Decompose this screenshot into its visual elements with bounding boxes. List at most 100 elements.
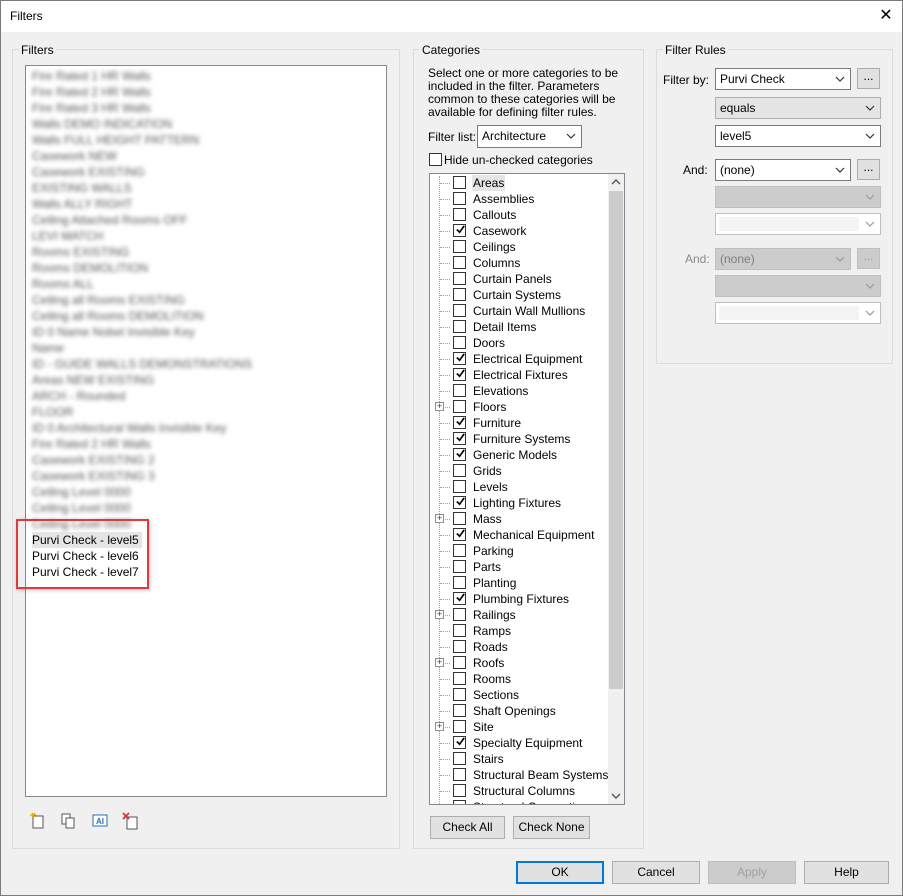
category-row[interactable]: + Railings (430, 607, 610, 623)
category-checkbox[interactable] (453, 672, 466, 685)
ok-button[interactable]: OK (516, 861, 604, 884)
category-checkbox[interactable] (453, 592, 466, 605)
filter-item-blurred[interactable]: Fire Rated 2 HR Walls (32, 84, 151, 100)
filter-by-more-button[interactable]: ... (857, 68, 880, 89)
filter-item-blurred[interactable]: Walls FULL HEIGHT PATTERN (32, 132, 199, 148)
filter-item-blurred[interactable]: Rooms DEMOLITION (32, 260, 148, 276)
filter-list-select[interactable]: Architecture (477, 125, 582, 148)
category-checkbox[interactable] (453, 464, 466, 477)
and-1-value-select[interactable] (715, 213, 881, 235)
category-row[interactable]: Mechanical Equipment (430, 527, 610, 543)
category-row[interactable]: Grids (430, 463, 610, 479)
expand-plus-icon[interactable]: + (435, 610, 444, 619)
filter-item-blurred[interactable]: Ceiling all Rooms EXISTING (32, 292, 185, 308)
category-row[interactable]: Ceilings (430, 239, 610, 255)
filter-item-blurred[interactable]: Casework EXISTING 2 (32, 452, 155, 468)
category-row[interactable]: Furniture (430, 415, 610, 431)
category-checkbox[interactable] (453, 752, 466, 765)
category-checkbox[interactable] (453, 192, 466, 205)
category-row[interactable]: Curtain Systems (430, 287, 610, 303)
category-checkbox[interactable] (453, 416, 466, 429)
filter-item-blurred[interactable]: Areas NEW EXISTING (32, 372, 154, 388)
category-checkbox[interactable] (453, 400, 466, 413)
category-checkbox[interactable] (453, 288, 466, 301)
category-checkbox[interactable] (453, 528, 466, 541)
scrollbar-thumb[interactable] (609, 191, 623, 689)
category-checkbox[interactable] (453, 336, 466, 349)
category-checkbox[interactable] (453, 304, 466, 317)
filter-item-blurred[interactable]: Casework NEW (32, 148, 117, 164)
filter-item-blurred[interactable]: Fire Rated 3 HR Walls (32, 100, 151, 116)
category-row[interactable]: Callouts (430, 207, 610, 223)
categories-scrollbar[interactable] (608, 174, 624, 804)
filter-item-blurred[interactable]: Walls DEMO INDICATION (32, 116, 172, 132)
category-row[interactable]: Elevations (430, 383, 610, 399)
filter-item-blurred[interactable]: FLOOR (32, 404, 73, 420)
category-checkbox[interactable] (453, 256, 466, 269)
category-row[interactable]: Planting (430, 575, 610, 591)
scroll-up-icon[interactable] (611, 177, 621, 187)
category-checkbox[interactable] (453, 432, 466, 445)
expand-plus-icon[interactable]: + (435, 514, 444, 523)
category-row[interactable]: Structural Connections (430, 799, 610, 804)
category-checkbox[interactable] (453, 448, 466, 461)
delete-filter-icon[interactable] (122, 812, 140, 830)
category-checkbox[interactable] (453, 480, 466, 493)
expand-plus-icon[interactable]: + (435, 722, 444, 731)
expand-plus-icon[interactable]: + (435, 402, 444, 411)
category-checkbox[interactable] (453, 624, 466, 637)
filter-item-blurred[interactable]: Fire Rated 1 HR Walls (32, 68, 151, 84)
category-row[interactable]: Areas (430, 175, 610, 191)
category-row[interactable]: + Roofs (430, 655, 610, 671)
category-checkbox[interactable] (453, 176, 466, 189)
category-row[interactable]: Casework (430, 223, 610, 239)
filter-item-blurred[interactable]: Rooms EXISTING (32, 244, 129, 260)
category-checkbox[interactable] (453, 608, 466, 621)
category-checkbox[interactable] (453, 656, 466, 669)
category-row[interactable]: Rooms (430, 671, 610, 687)
category-row[interactable]: Assemblies (430, 191, 610, 207)
category-row[interactable]: Detail Items (430, 319, 610, 335)
close-icon[interactable]: ✕ (871, 3, 901, 29)
category-checkbox[interactable] (453, 496, 466, 509)
check-all-button[interactable]: Check All (430, 816, 505, 839)
filter-item-blurred[interactable]: Ceiling all Rooms DEMOLITION (32, 308, 203, 324)
filter-item-blurred[interactable]: Fire Rated 2 HR Walls (32, 436, 151, 452)
category-row[interactable]: Curtain Wall Mullions (430, 303, 610, 319)
and-2-select[interactable]: (none) (715, 248, 851, 270)
category-checkbox[interactable] (453, 352, 466, 365)
category-row[interactable]: Structural Columns (430, 783, 610, 799)
category-row[interactable]: Structural Beam Systems (430, 767, 610, 783)
category-checkbox[interactable] (453, 544, 466, 557)
filter-item-blurred[interactable]: ID - GUIDE WALLS DEMONSTRATIONS (32, 356, 252, 372)
category-checkbox[interactable] (453, 640, 466, 653)
category-row[interactable]: Parts (430, 559, 610, 575)
category-checkbox[interactable] (453, 736, 466, 749)
category-checkbox[interactable] (453, 720, 466, 733)
category-row[interactable]: + Floors (430, 399, 610, 415)
help-button[interactable]: Help (804, 861, 889, 884)
filter-by-select[interactable]: Purvi Check (715, 68, 851, 90)
category-checkbox[interactable] (453, 560, 466, 573)
category-row[interactable]: + Mass (430, 511, 610, 527)
filter-item-blurred[interactable]: ID 0 Name Nobel Invisible Key (32, 324, 195, 340)
category-row[interactable]: Ramps (430, 623, 610, 639)
category-checkbox[interactable] (453, 240, 466, 253)
category-row[interactable]: Columns (430, 255, 610, 271)
category-checkbox[interactable] (453, 512, 466, 525)
scroll-down-icon[interactable] (611, 791, 621, 801)
new-filter-icon[interactable] (29, 812, 47, 830)
category-checkbox[interactable] (453, 784, 466, 797)
category-checkbox[interactable] (453, 208, 466, 221)
category-row[interactable]: Furniture Systems (430, 431, 610, 447)
filter-item-blurred[interactable]: Ceiling Attached Rooms OFF (32, 212, 187, 228)
category-checkbox[interactable] (453, 800, 466, 804)
category-checkbox[interactable] (453, 688, 466, 701)
filter-item-blurred[interactable]: Name (32, 340, 64, 356)
and-2-more-button[interactable]: ... (857, 248, 880, 269)
category-checkbox[interactable] (453, 320, 466, 333)
filter-item-blurred[interactable]: ARCH - Rounded (32, 388, 125, 404)
categories-tree[interactable]: Areas Assemblies Callouts Casework Ceilings C… (429, 173, 625, 805)
value-select[interactable]: level5 (715, 125, 881, 147)
filter-item-blurred[interactable]: EXISTING WALLS (32, 180, 132, 196)
